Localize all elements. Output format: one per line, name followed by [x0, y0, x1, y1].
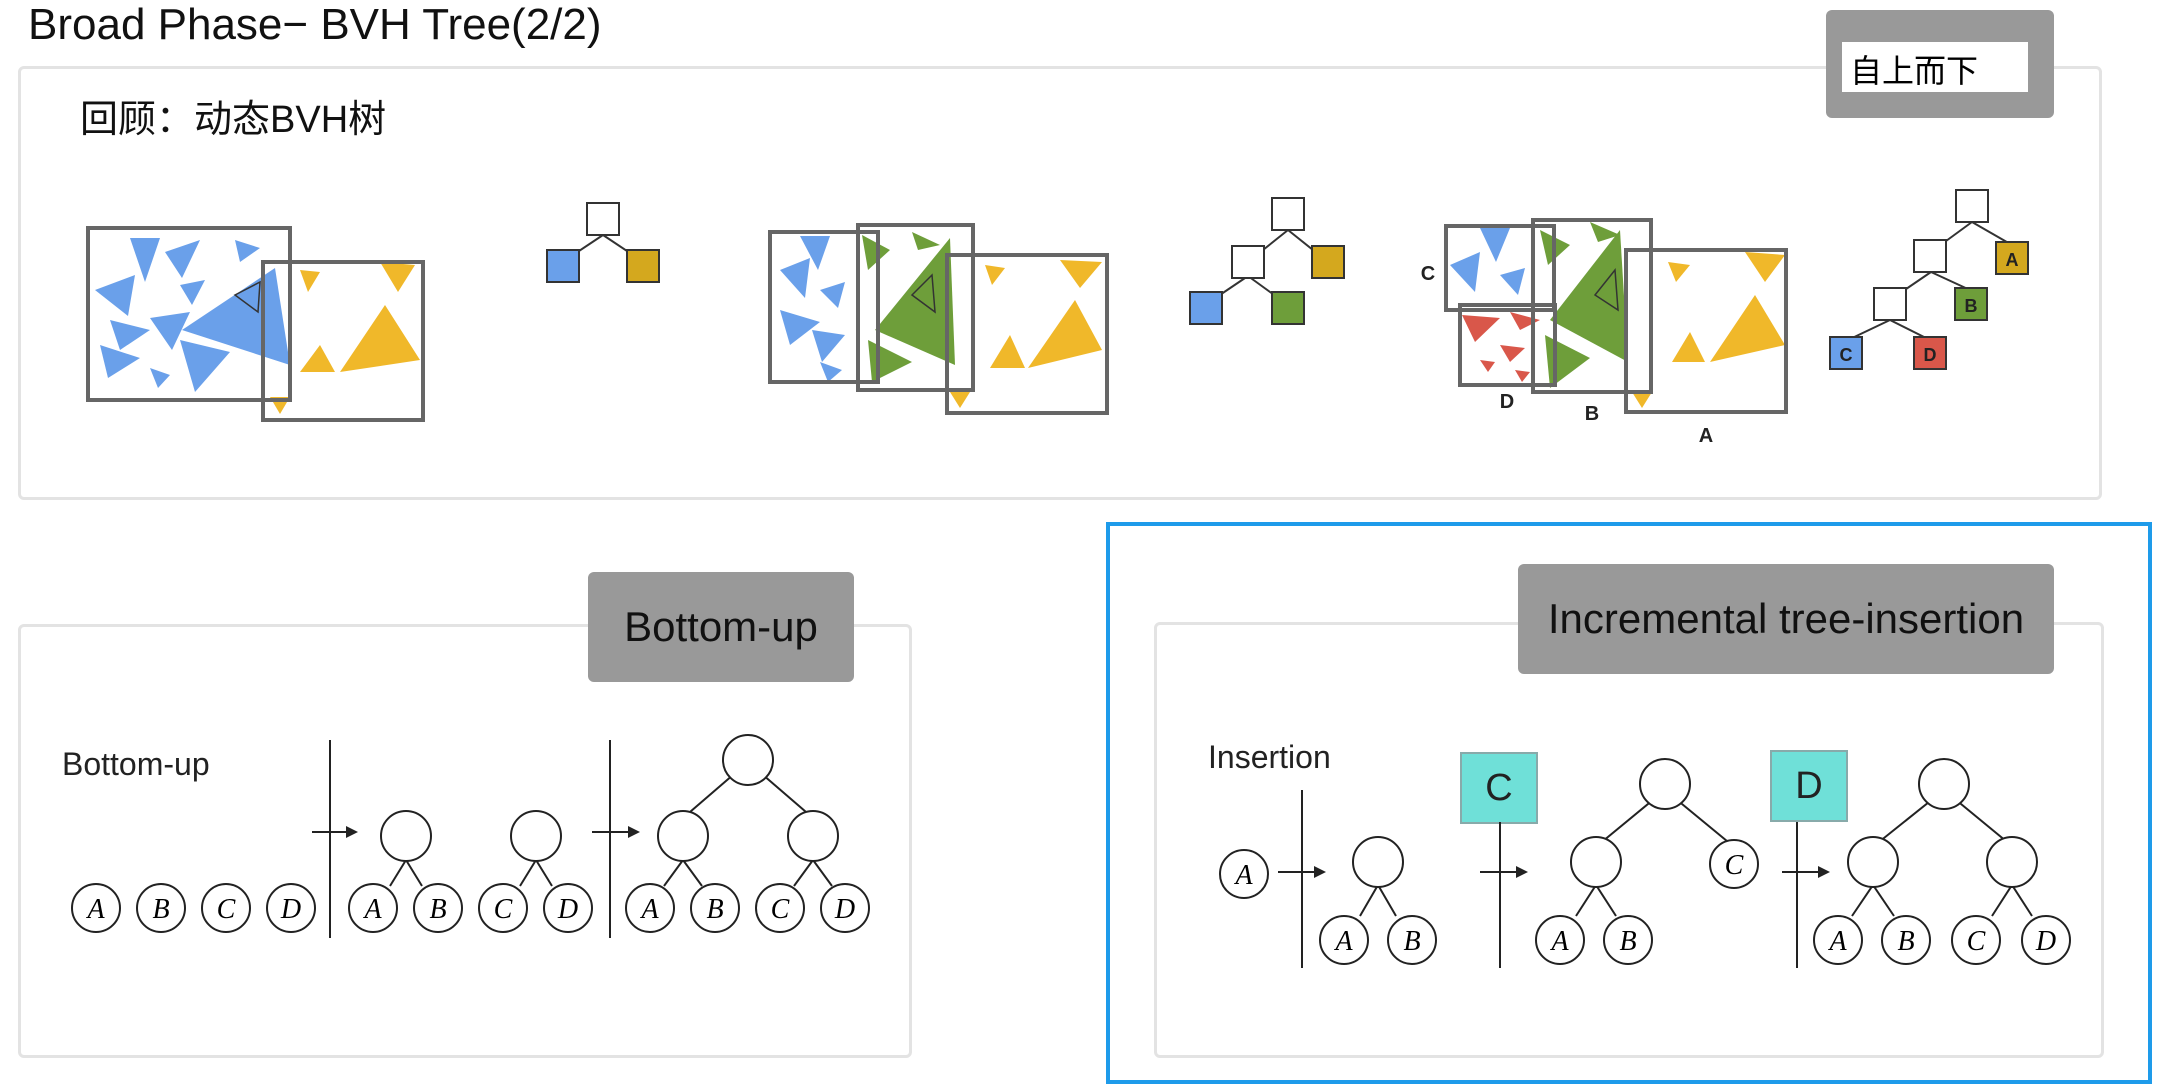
svg-text:B: B	[1619, 926, 1636, 957]
svg-text:C: C	[1967, 926, 1986, 957]
svg-text:A: A	[1333, 926, 1353, 957]
svg-text:A: A	[1827, 926, 1847, 957]
insertion-diagram: Insertion A A B C A B A B C D	[1208, 739, 2071, 968]
svg-text:A: A	[1233, 860, 1253, 891]
insertion-figure-title: Insertion	[1208, 739, 1331, 775]
svg-text:A: A	[1549, 926, 1569, 957]
svg-text:B: B	[1403, 926, 1420, 957]
svg-text:C: C	[1725, 850, 1744, 881]
svg-text:B: B	[1897, 926, 1914, 957]
svg-text:D: D	[2035, 926, 2056, 957]
